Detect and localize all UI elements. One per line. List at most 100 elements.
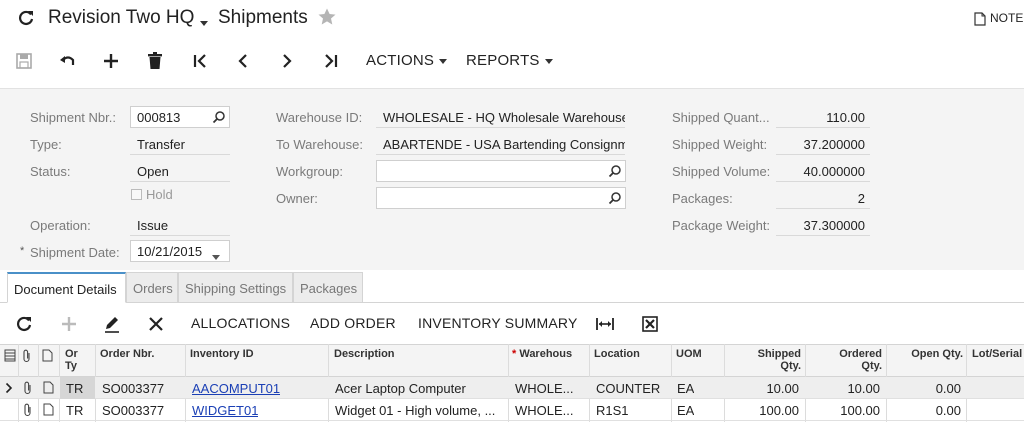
date-dropdown-icon[interactable]	[212, 249, 220, 264]
next-record-icon[interactable]	[277, 51, 297, 71]
col-or-ty[interactable]: Or Ty	[65, 348, 78, 372]
to-warehouse-value: ABARTENDE - USA Bartending Consignment	[383, 137, 625, 152]
status-value: Open	[137, 164, 169, 179]
col-inventory-id[interactable]: Inventory ID	[190, 348, 254, 360]
previous-record-icon[interactable]	[233, 51, 253, 71]
star-icon[interactable]	[317, 7, 337, 27]
row-shipped-qty[interactable]: 10.00	[726, 381, 799, 396]
col-description[interactable]: Description	[334, 348, 395, 360]
warehouse-id-field[interactable]: WHOLESALE - HQ Wholesale Warehouse	[376, 106, 625, 128]
company-title[interactable]: Revision Two HQ	[48, 7, 194, 29]
row-description[interactable]: Acer Laptop Computer	[335, 381, 503, 396]
tab-document-details[interactable]: Document Details	[7, 272, 126, 303]
required-marker: *	[20, 245, 25, 257]
owner-field[interactable]	[376, 187, 626, 209]
col-lot-serial[interactable]: Lot/Serial	[972, 348, 1022, 360]
save-icon[interactable]	[14, 51, 34, 71]
current-row-icon	[5, 382, 13, 394]
shipped-weight-value: 37.200000	[803, 137, 865, 152]
shipped-quantity-label: Shipped Quant...	[672, 110, 770, 125]
grid-refresh-icon[interactable]	[14, 314, 34, 334]
export-excel-icon[interactable]	[640, 314, 660, 334]
shipped-quantity-field: 110.00	[776, 106, 870, 128]
chevron-down-icon	[544, 58, 553, 64]
row-or-ty[interactable]: TR	[66, 403, 83, 418]
hold-checkbox[interactable]	[131, 189, 142, 200]
shipment-nbr-value: 000813	[137, 110, 181, 125]
operation-field: Issue	[130, 214, 230, 236]
attachment-icon[interactable]	[23, 403, 33, 417]
owner-label: Owner:	[276, 191, 318, 206]
shipped-volume-field: 40.000000	[776, 160, 870, 182]
grid-delete-icon[interactable]	[146, 314, 166, 334]
row-uom[interactable]: EA	[677, 403, 694, 418]
add-order-button[interactable]: ADD ORDER	[310, 315, 396, 331]
col-location[interactable]: Location	[594, 348, 640, 360]
row-order-nbr[interactable]: SO003377	[102, 381, 164, 396]
row-uom[interactable]: EA	[677, 381, 694, 396]
row-description[interactable]: Widget 01 - High volume, ...	[335, 403, 503, 418]
last-record-icon[interactable]	[321, 51, 341, 71]
packages-value: 2	[857, 191, 865, 206]
edit-icon[interactable]	[102, 314, 122, 334]
row-inventory-id-link[interactable]: AACOMPUT01	[192, 381, 280, 396]
status-label: Status:	[30, 164, 71, 179]
chevron-down-icon	[439, 58, 448, 64]
packages-label: Packages:	[672, 191, 733, 206]
col-uom[interactable]: UOM	[676, 348, 702, 360]
tab-shipping-settings[interactable]: Shipping Settings	[178, 272, 293, 303]
row-warehouse[interactable]: WHOLE...	[515, 381, 574, 396]
grid-add-icon[interactable]	[59, 314, 79, 334]
inventory-summary-button[interactable]: INVENTORY SUMMARY	[418, 315, 578, 331]
col-warehouse[interactable]: * Warehous	[512, 348, 572, 360]
row-ordered-qty[interactable]: 100.00	[806, 403, 880, 418]
row-open-qty[interactable]: 0.00	[888, 381, 961, 396]
workgroup-field[interactable]	[376, 160, 626, 182]
notes-icon[interactable]	[974, 12, 986, 26]
screen-title: Shipments	[218, 7, 308, 28]
search-icon[interactable]	[212, 110, 226, 124]
shipped-volume-label: Shipped Volume:	[672, 164, 771, 179]
packages-field: 2	[776, 187, 870, 209]
tab-packages[interactable]: Packages	[293, 272, 363, 303]
row-location[interactable]: COUNTER	[596, 381, 660, 396]
actions-menu[interactable]: ACTIONS	[366, 52, 448, 69]
refresh-icon[interactable]	[16, 8, 36, 28]
col-open-qty[interactable]: Open Qty.	[888, 348, 963, 360]
shipped-weight-field: 37.200000	[776, 133, 870, 155]
col-shipped-qty[interactable]: Shipped Qty.	[726, 348, 801, 372]
workgroup-label: Workgroup:	[276, 164, 343, 179]
row-shipped-qty[interactable]: 100.00	[726, 403, 799, 418]
row-warehouse[interactable]: WHOLE...	[515, 403, 574, 418]
search-icon[interactable]	[608, 191, 622, 205]
search-icon[interactable]	[608, 164, 622, 178]
col-ordered-qty[interactable]: Ordered Qty.	[806, 348, 882, 372]
shipment-date-label: Shipment Date:	[30, 245, 120, 260]
add-icon[interactable]	[101, 51, 121, 71]
to-warehouse-field[interactable]: ABARTENDE - USA Bartending Consignment	[376, 133, 625, 155]
notes-link[interactable]: NOTE	[990, 11, 1023, 25]
col-order-nbr[interactable]: Order Nbr.	[100, 348, 154, 360]
reports-menu[interactable]: REPORTS	[466, 52, 553, 69]
note-icon[interactable]	[43, 381, 54, 394]
row-inventory-id-link[interactable]: WIDGET01	[192, 403, 258, 418]
note-icon[interactable]	[43, 403, 54, 416]
fit-columns-icon[interactable]	[595, 314, 615, 334]
attachment-icon	[23, 349, 30, 363]
tab-orders[interactable]: Orders	[126, 272, 178, 303]
company-dropdown-icon[interactable]	[200, 15, 208, 30]
undo-icon[interactable]	[58, 51, 78, 71]
row-selector-icon[interactable]	[4, 349, 16, 362]
row-open-qty[interactable]: 0.00	[888, 403, 961, 418]
row-ordered-qty[interactable]: 10.00	[806, 381, 880, 396]
row-location[interactable]: R1S1	[596, 403, 629, 418]
title-bar: Revision Two HQ Shipments NOTE	[0, 0, 1024, 40]
type-value: Transfer	[137, 137, 185, 152]
delete-icon[interactable]	[145, 51, 165, 71]
allocations-button[interactable]: ALLOCATIONS	[191, 315, 290, 331]
row-or-ty[interactable]: TR	[66, 381, 83, 396]
first-record-icon[interactable]	[190, 51, 210, 71]
status-field: Open	[130, 160, 230, 182]
attachment-icon[interactable]	[23, 381, 33, 395]
row-order-nbr[interactable]: SO003377	[102, 403, 164, 418]
